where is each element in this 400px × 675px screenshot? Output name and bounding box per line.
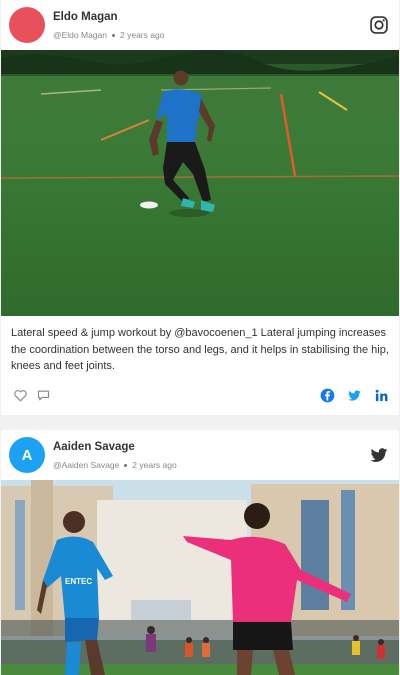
- twitter-icon[interactable]: [369, 445, 389, 465]
- author-name[interactable]: Eldo Magan: [53, 11, 118, 23]
- linkedin-icon[interactable]: [374, 388, 389, 403]
- post-meta: @Eldo Magan 2 years ago: [53, 30, 164, 40]
- post-header: Eldo Magan @Eldo Magan 2 years ago: [1, 0, 399, 50]
- timestamp: 2 years ago: [120, 30, 165, 40]
- handle[interactable]: @Eldo Magan: [53, 30, 107, 40]
- twitter-icon[interactable]: [347, 388, 362, 403]
- post-header: A Aaiden Savage @Aaiden Savage 2 years a…: [1, 430, 399, 480]
- avatar[interactable]: A: [9, 437, 45, 473]
- post-actions: [1, 384, 399, 406]
- social-post-card: Eldo Magan @Eldo Magan 2 years ago Later…: [1, 0, 399, 415]
- svg-text:ENTEC: ENTEC: [65, 577, 92, 586]
- social-post-card: A Aaiden Savage @Aaiden Savage 2 years a…: [1, 430, 399, 675]
- instagram-icon[interactable]: [369, 15, 389, 35]
- avatar-initial: A: [21, 446, 33, 464]
- separator-dot: [112, 33, 115, 37]
- post-caption: Lateral speed & jump workout by @bavocoe…: [11, 327, 389, 372]
- handle[interactable]: @Aaiden Savage: [53, 460, 119, 470]
- author-name[interactable]: Aaiden Savage: [53, 441, 135, 453]
- post-image[interactable]: ENTEC: [1, 480, 399, 675]
- post-meta: @Aaiden Savage 2 years ago: [53, 460, 177, 470]
- post-image[interactable]: [1, 50, 399, 316]
- avatar[interactable]: [9, 7, 45, 43]
- timestamp: 2 years ago: [132, 460, 177, 470]
- facebook-icon[interactable]: [320, 388, 335, 403]
- comment-icon[interactable]: [36, 388, 51, 403]
- separator-dot: [124, 463, 128, 467]
- heart-icon[interactable]: [13, 388, 28, 403]
